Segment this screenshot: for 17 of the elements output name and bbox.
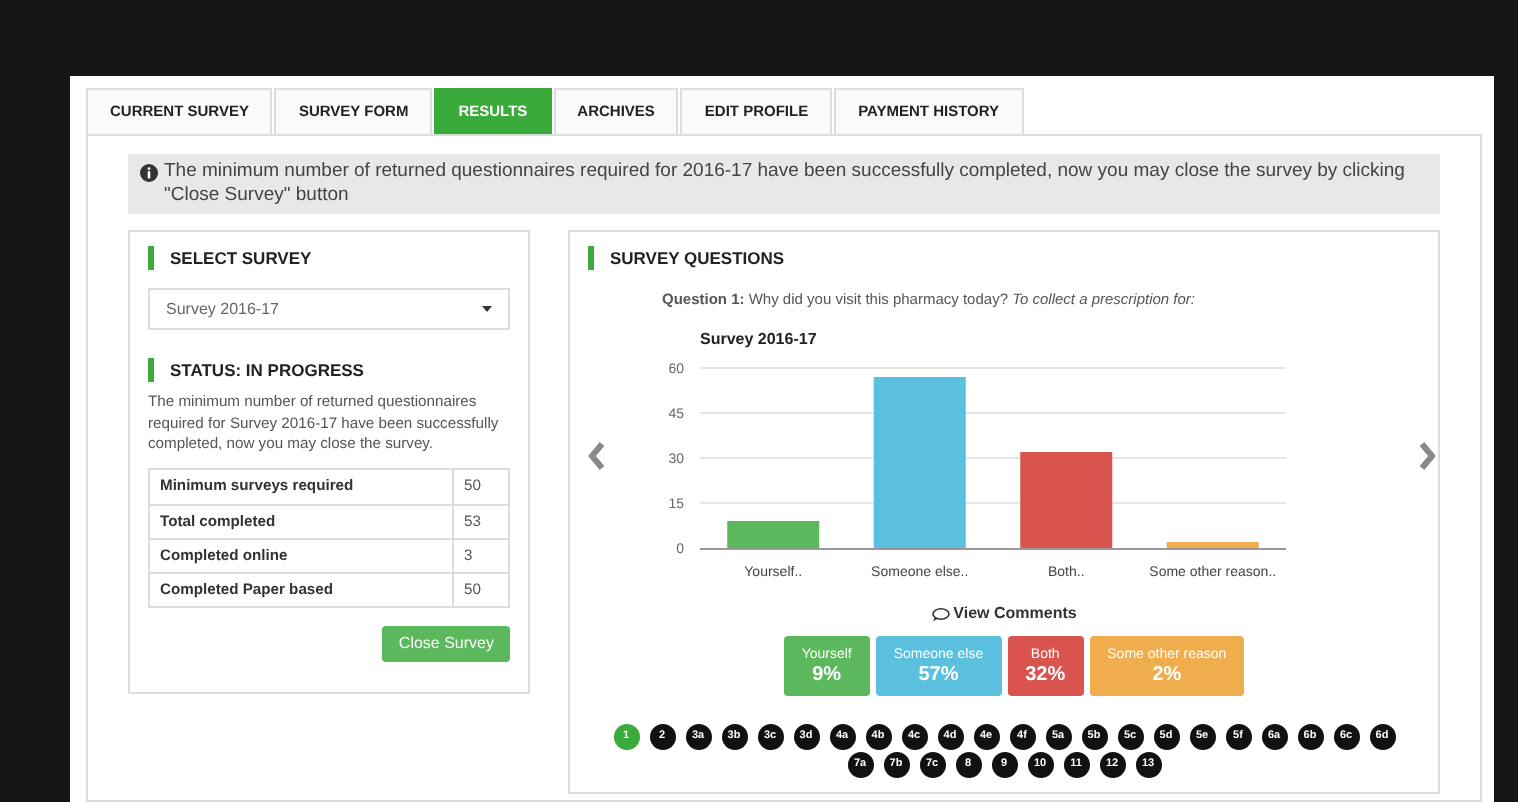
chart-title: Survey 2016-17 xyxy=(700,330,817,348)
tile-percent: 32% xyxy=(1025,663,1066,687)
alert-message: The minimum number of returned questionnaires required for 2016-17 have been successfully completed, now you may close the survey by clicking "Close Survey" button xyxy=(164,160,1407,208)
speech-bubble-icon xyxy=(931,607,950,621)
survey-select[interactable]: Survey 2016-17 xyxy=(148,288,510,330)
tile-percent: 57% xyxy=(918,663,959,687)
view-comments-link[interactable]: View Comments xyxy=(931,602,1077,626)
chart-bar xyxy=(1020,452,1113,548)
chart-bar xyxy=(727,521,820,548)
dropdown-caret-icon xyxy=(482,306,492,312)
chart-bar xyxy=(1166,542,1259,548)
section-heading: SURVEY QUESTIONS xyxy=(588,246,1420,270)
section-heading: SELECT SURVEY xyxy=(148,246,510,270)
tile-percent: 9% xyxy=(812,663,842,687)
tile-percent: 2% xyxy=(1152,663,1182,687)
info-icon xyxy=(140,163,158,181)
section-heading: STATUS: IN PROGRESS xyxy=(148,358,510,382)
